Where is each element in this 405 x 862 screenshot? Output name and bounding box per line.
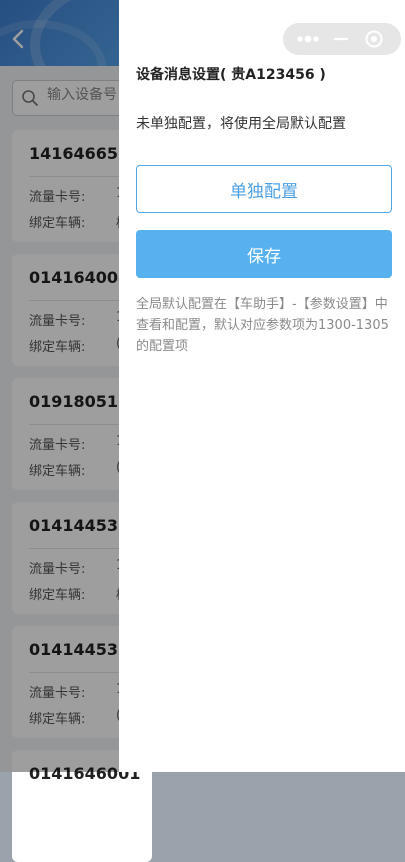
config-status-text: 未单独配置，将使用全局默认配置 xyxy=(136,116,346,132)
config-note: 全局默认配置在【车助手】-【参数设置】中查看和配置，默认对应参数项为1300-1… xyxy=(136,297,389,354)
minimize-icon[interactable] xyxy=(330,28,352,50)
mini-program-capsule xyxy=(283,23,401,55)
drawer-title: 设备消息设置( 贵A123456 ) xyxy=(136,67,326,83)
single-config-button[interactable]: 单独配置 xyxy=(136,165,392,213)
settings-drawer: 设备消息设置( 贵A123456 ) 未单独配置，将使用全局默认配置 单独配置 … xyxy=(119,0,405,772)
more-dots-icon[interactable] xyxy=(293,28,323,50)
close-circle-icon[interactable] xyxy=(363,28,385,50)
save-button[interactable]: 保存 xyxy=(136,230,392,278)
